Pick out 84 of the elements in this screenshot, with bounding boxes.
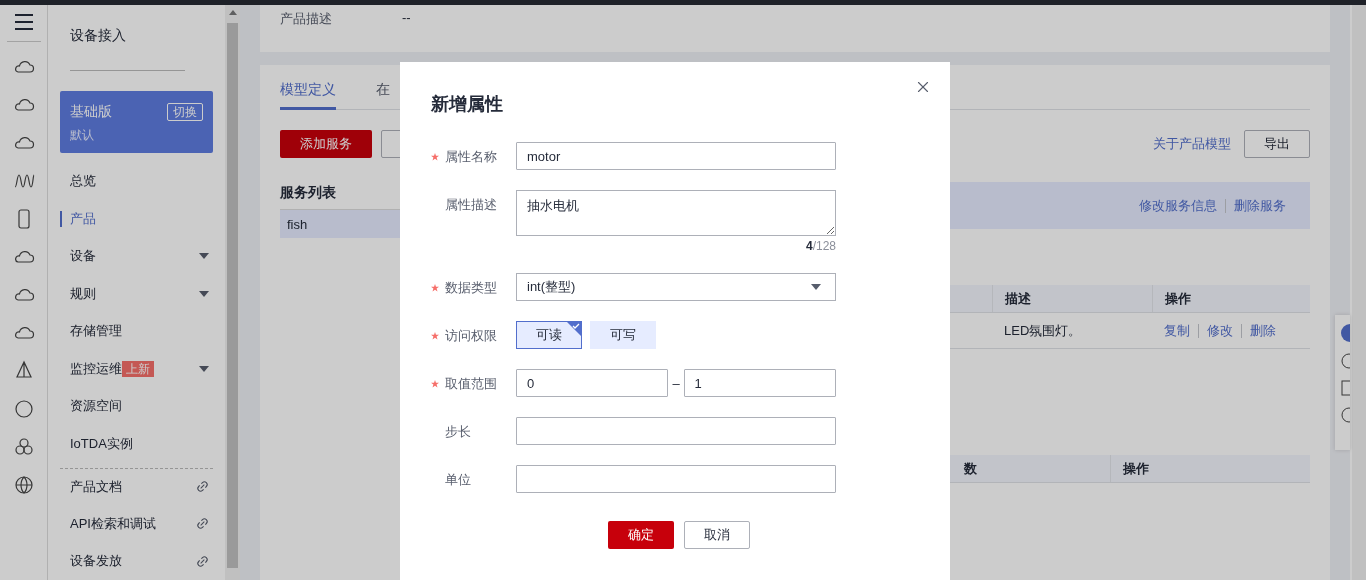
caret-icon bbox=[199, 290, 209, 297]
cluster-icon[interactable] bbox=[12, 436, 35, 458]
column-header: 数 bbox=[963, 459, 978, 478]
item-label: 存储管理 bbox=[70, 322, 123, 341]
text-field[interactable] bbox=[516, 417, 836, 445]
item-label: 产品 bbox=[70, 209, 97, 228]
range-separator: – bbox=[672, 375, 680, 391]
text-field[interactable] bbox=[516, 465, 836, 493]
field-label: 数据类型 bbox=[445, 279, 497, 297]
required-star-icon bbox=[431, 284, 439, 292]
scrollbar-thumb[interactable] bbox=[227, 23, 238, 568]
sidebar-item[interactable]: 设备发放 bbox=[60, 542, 213, 580]
instance-name: 默认 bbox=[70, 126, 95, 144]
select-value: int(整型) bbox=[527, 278, 576, 296]
column-header: 描述 bbox=[992, 285, 1152, 312]
text-area[interactable]: 抽水电机 bbox=[516, 190, 836, 236]
about-model-link[interactable]: 关于产品模型 bbox=[1153, 135, 1231, 153]
required-star-icon bbox=[431, 153, 439, 161]
edition-name: 基础版 bbox=[70, 102, 113, 121]
character-counter: 4/128 bbox=[804, 239, 836, 253]
circle-icon[interactable] bbox=[12, 398, 35, 420]
item-label: IoTDA实例 bbox=[70, 434, 134, 453]
sidebar-title: 设备接入 bbox=[69, 26, 127, 45]
field-label: 属性名称 bbox=[445, 148, 497, 166]
row-action-link[interactable]: 复制 bbox=[1164, 321, 1190, 340]
sidebar-item[interactable]: API检索和调试 bbox=[60, 505, 213, 543]
item-label: 规则 bbox=[70, 284, 97, 303]
dialog-title: 新增属性 bbox=[431, 93, 504, 116]
caret-icon bbox=[811, 284, 821, 290]
table-cell-text: LED氛围灯。 bbox=[1003, 321, 1083, 340]
sidebar-item[interactable]: IoTDA实例 bbox=[60, 425, 213, 463]
switch-button[interactable]: 切换 bbox=[167, 102, 203, 121]
required-star-icon bbox=[431, 332, 439, 340]
toggle-option[interactable]: 可写 bbox=[590, 321, 656, 349]
sidebar-item[interactable]: 产品文档 bbox=[60, 467, 213, 506]
info-value: -- bbox=[402, 10, 411, 25]
tab[interactable]: 模型定义 bbox=[280, 80, 336, 110]
caret-icon bbox=[199, 365, 209, 372]
sidebar-item[interactable]: 产品 bbox=[60, 200, 213, 238]
confirm-button[interactable]: 确定 bbox=[608, 521, 674, 549]
column-header: 操作 bbox=[1110, 455, 1310, 482]
field-label: 访问权限 bbox=[445, 327, 497, 345]
info-label: 产品描述 bbox=[280, 10, 332, 28]
scroll-up-icon[interactable] bbox=[228, 10, 237, 15]
export-button[interactable]: 导出 bbox=[1244, 130, 1310, 158]
field-label: 单位 bbox=[445, 471, 471, 489]
sidebar-item[interactable]: 总览 bbox=[60, 162, 213, 200]
field-label: 属性描述 bbox=[445, 196, 497, 214]
item-label: 设备 bbox=[70, 247, 97, 266]
new-badge: 上新 bbox=[122, 360, 154, 377]
sidebar-item[interactable]: 设备 bbox=[60, 237, 213, 275]
sidebar-item[interactable]: 存储管理 bbox=[60, 312, 213, 350]
item-label: 监控运维 bbox=[70, 359, 122, 378]
check-corner-icon bbox=[567, 322, 581, 336]
field-label: 取值范围 bbox=[445, 375, 497, 393]
min-field[interactable]: 0 bbox=[516, 369, 669, 397]
column-header: 操作 bbox=[1152, 285, 1310, 312]
sidebar-item[interactable]: 规则 bbox=[60, 275, 213, 313]
add-service-button[interactable]: 添加服务 bbox=[280, 130, 372, 158]
field-label: 步长 bbox=[445, 423, 471, 441]
sidebar-item[interactable]: 资源空间 bbox=[60, 387, 213, 425]
item-label: 资源空间 bbox=[70, 397, 123, 416]
select-field[interactable]: int(整型) bbox=[516, 273, 836, 301]
row-action-link[interactable]: 修改 bbox=[1207, 321, 1233, 340]
toggle-option[interactable]: 可读 bbox=[516, 321, 582, 349]
service-action-link[interactable]: 修改服务信息 bbox=[1139, 196, 1217, 215]
item-label: 产品文档 bbox=[70, 477, 123, 496]
item-label: 设备发放 bbox=[70, 552, 123, 571]
tab[interactable]: 在 bbox=[376, 80, 390, 110]
row-action-link[interactable]: 删除 bbox=[1250, 321, 1276, 340]
service-list-title: 服务列表 bbox=[280, 184, 337, 202]
menu-icon[interactable] bbox=[13, 13, 34, 31]
required-star-icon bbox=[431, 380, 439, 388]
cancel-button[interactable]: 取消 bbox=[684, 521, 750, 549]
sidebar-item[interactable]: 监控运维 上新 bbox=[60, 350, 213, 388]
caret-icon bbox=[199, 253, 209, 260]
service-item[interactable]: fish bbox=[280, 209, 400, 238]
page-scrollbar[interactable] bbox=[1350, 5, 1366, 580]
globe-icon[interactable] bbox=[12, 474, 35, 496]
text-field[interactable]: motor bbox=[516, 142, 836, 170]
service-action-link[interactable]: 删除服务 bbox=[1234, 196, 1286, 215]
item-label: API检索和调试 bbox=[70, 514, 157, 533]
max-field[interactable]: 1 bbox=[683, 369, 836, 397]
item-label: 总览 bbox=[70, 172, 97, 191]
